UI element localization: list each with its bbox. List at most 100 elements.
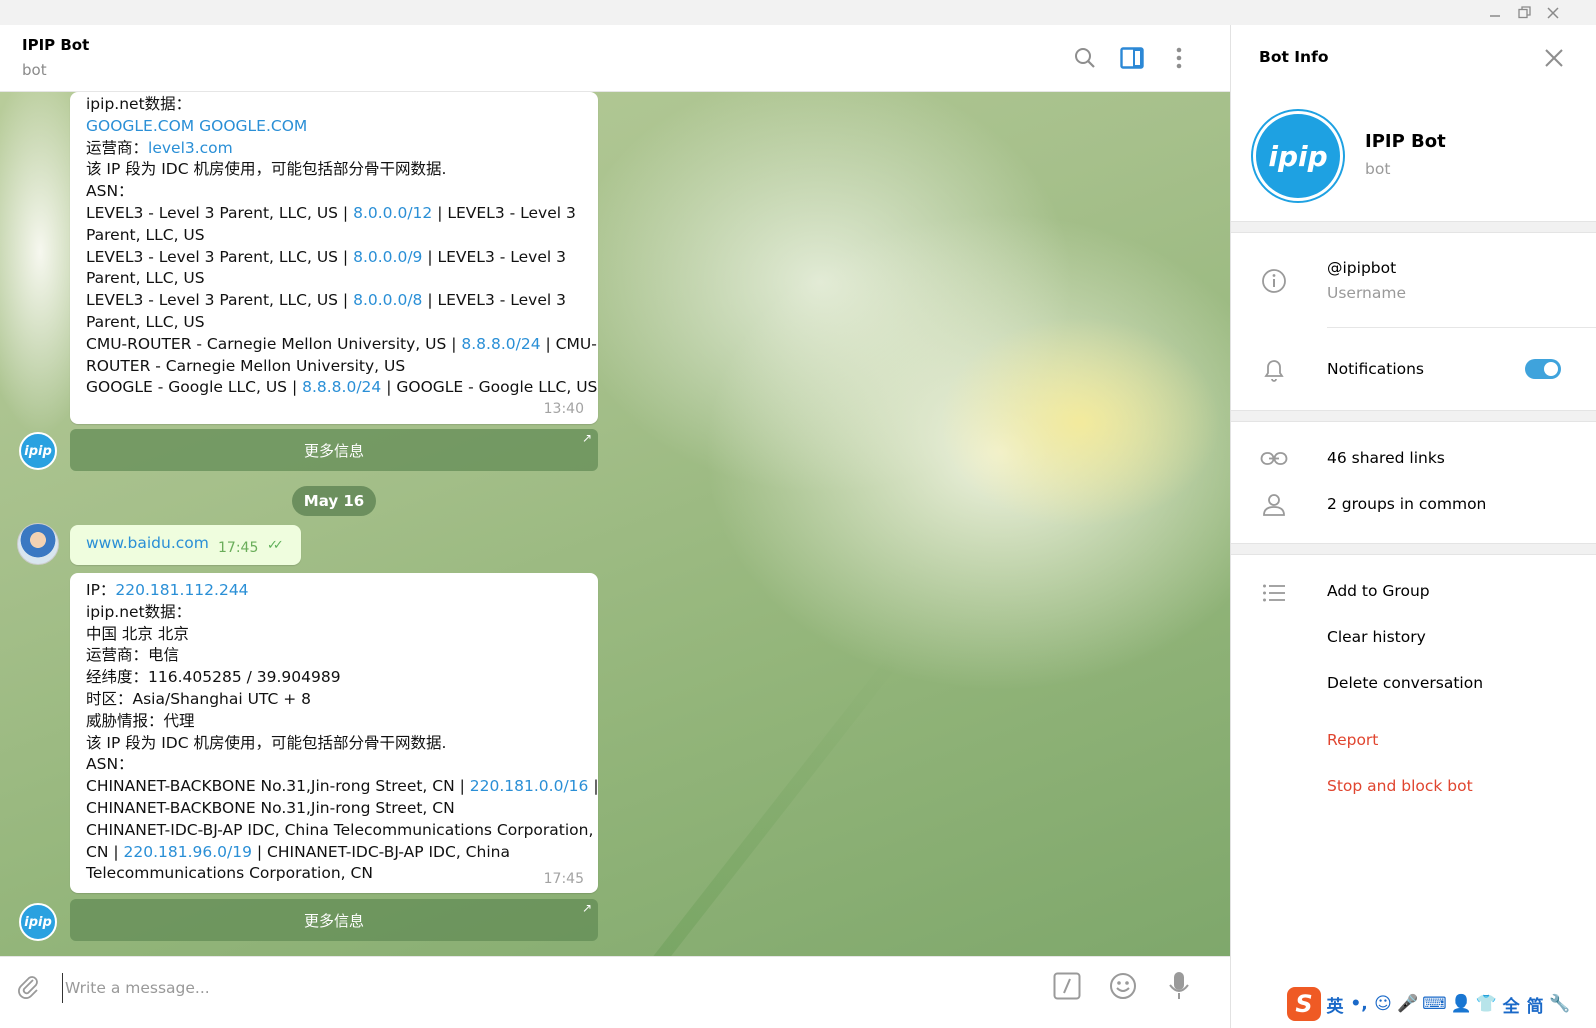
message-text-segment: | [588, 777, 599, 796]
message-line: ipip.net数据： [86, 94, 582, 116]
message-composer [0, 956, 1230, 1028]
row-divider [1327, 327, 1596, 328]
message-link[interactable]: 220.181.0.0/16 [470, 777, 589, 795]
minimize-icon [1490, 14, 1500, 17]
message-link[interactable]: 220.181.112.244 [115, 581, 248, 599]
section-divider [1231, 410, 1596, 422]
groups-in-common-item[interactable]: 2 groups in common [1327, 495, 1486, 513]
panel-title: Bot Info [1259, 48, 1329, 66]
chat-subtitle: bot [22, 61, 47, 79]
message-time: 13:40 [543, 401, 584, 417]
message-text-segment: 运营商： [86, 138, 149, 157]
message-text-segment: CHINANET-BACKBONE No.31,Jin-rong Street,… [86, 777, 470, 796]
profile-subtitle: bot [1365, 160, 1391, 178]
message-line: LEVEL3 - Level 3 Parent, LLC, US | 8.0.0… [86, 290, 582, 312]
ime-toolbar-item[interactable]: 英 [1325, 992, 1345, 1017]
user-avatar[interactable] [17, 523, 59, 565]
ime-toolbar-item[interactable]: 🔧 [1549, 994, 1570, 1014]
ime-toolbar-item[interactable]: 👕 [1476, 994, 1497, 1014]
message-link[interactable]: GOOGLE.COM GOOGLE.COM [86, 117, 307, 135]
ime-toolbar-item[interactable]: 全 [1501, 992, 1521, 1017]
message-bubble-incoming: IP：220.181.112.244 ipip.net数据： 中国 北京 北京 运营商… [70, 573, 599, 893]
shared-links-item[interactable]: 46 shared links [1327, 449, 1445, 467]
message-input[interactable] [62, 973, 1022, 1003]
bot-avatar-text: ipip [24, 443, 52, 459]
panel-close-button[interactable] [1539, 43, 1569, 73]
ime-logo-icon[interactable]: S [1287, 987, 1321, 1021]
stop-block-bot-item[interactable]: Stop and block bot [1327, 777, 1473, 795]
message-line: CHINANET-BACKBONE No.31,Jin-rong Street,… [86, 776, 599, 798]
message-line: GOOGLE - Google LLC, US | 8.8.8.0/24 | G… [86, 377, 597, 399]
minimize-button[interactable] [1483, 2, 1507, 23]
wallpaper-flower-stem [632, 652, 902, 972]
clear-history-item[interactable]: Clear history [1327, 628, 1426, 646]
message-link[interactable]: 8.0.0.0/12 [353, 204, 432, 222]
ime-toolbar-item[interactable]: 简 [1525, 992, 1545, 1017]
read-checkmark-icon: ✓✓ [267, 538, 284, 553]
message-line: LEVEL3 - Level 3 Parent, LLC, US | 8.0.0… [86, 203, 582, 225]
message-text-segment: ROUTER - Carnegie Mellon University, US [86, 356, 406, 375]
restore-button[interactable] [1512, 2, 1536, 23]
add-to-group-item[interactable]: Add to Group [1327, 582, 1430, 600]
paperclip-icon [18, 976, 38, 999]
message-text-segment: LEVEL3 - Level 3 Parent, LLC, US | [86, 247, 354, 266]
message-line: 运营商：level3.com [86, 138, 582, 160]
message-line: 中国 北京 北京 [86, 624, 582, 646]
username-value[interactable]: @ipipbot [1327, 259, 1396, 277]
message-line: Parent, LLC, US [86, 225, 582, 247]
search-button[interactable] [1070, 43, 1100, 73]
message-line: CN | 220.181.96.0/19 | CHINANET-IDC-BJ-A… [86, 842, 582, 864]
more-info-button[interactable]: 更多信息 ↗ [70, 429, 598, 471]
message-text-segment: ASN： [86, 182, 134, 201]
message-text-segment: ASN： [86, 755, 134, 774]
message-text-segment: 运营商：电信 [86, 646, 180, 665]
message-text-segment: | CHINANET-IDC-BJ-AP IDC, China [251, 842, 510, 861]
message-text-segment: | GOOGLE - Google LLC, US [381, 378, 598, 397]
date-separator: May 16 [292, 486, 376, 516]
outgoing-message-link[interactable]: www.baidu.com [86, 534, 209, 552]
ime-toolbar-item[interactable]: •, [1349, 994, 1369, 1014]
chat-title[interactable]: IPIP Bot [22, 36, 89, 54]
message-text-segment: 该 IP 段为 IDC 机房使用，可能包括部分骨干网数据. [86, 733, 447, 752]
message-line: GOOGLE.COM GOOGLE.COM [86, 116, 582, 138]
message-text-segment: ipip.net数据： [86, 95, 192, 113]
more-info-label: 更多信息 [303, 911, 364, 930]
window-close-button[interactable] [1541, 2, 1565, 23]
message-line: CMU-ROUTER - Carnegie Mellon University,… [86, 334, 597, 356]
message-line: LEVEL3 - Level 3 Parent, LLC, US | 8.0.0… [86, 247, 582, 269]
list-icon [1259, 578, 1289, 608]
message-link[interactable]: level3.com [148, 139, 233, 157]
more-menu-button[interactable] [1164, 43, 1194, 73]
message-line: 威胁情报：代理 [86, 711, 582, 733]
bot-avatar[interactable]: ipip [19, 432, 57, 470]
ime-toolbar-item[interactable]: ⌨ [1422, 994, 1447, 1014]
message-link[interactable]: 8.8.8.0/24 [302, 378, 381, 396]
delete-conversation-item[interactable]: Delete conversation [1327, 674, 1483, 692]
message-link[interactable]: 8.8.8.0/24 [461, 335, 540, 353]
voice-record-button[interactable] [1162, 969, 1196, 1003]
bot-commands-button[interactable] [1050, 969, 1084, 1003]
person-icon [1259, 490, 1289, 520]
more-info-button[interactable]: 更多信息 ↗ [70, 899, 598, 941]
message-link[interactable]: 220.181.96.0/19 [124, 843, 252, 861]
message-link[interactable]: 8.0.0.0/9 [353, 248, 422, 266]
message-text-segment: IP： [86, 581, 116, 599]
chat-header: IPIP Bot bot [0, 25, 1230, 92]
message-bubble-incoming: ipip.net数据： GOOGLE.COM GOOGLE.COM 运营商：leve… [70, 92, 598, 424]
sidebar-toggle-button[interactable] [1117, 43, 1147, 73]
external-link-icon: ↗ [581, 431, 592, 445]
report-item[interactable]: Report [1327, 731, 1378, 749]
notifications-toggle[interactable] [1525, 359, 1561, 379]
attach-button[interactable] [11, 969, 45, 1003]
profile-avatar[interactable]: ipip [1253, 111, 1343, 201]
message-link[interactable]: 8.0.0.0/8 [353, 291, 422, 309]
emoji-button[interactable] [1106, 969, 1140, 1003]
section-divider [1231, 221, 1596, 233]
bot-avatar[interactable]: ipip [19, 903, 57, 941]
ime-toolbar-item[interactable]: 🎤 [1397, 994, 1418, 1014]
ime-toolbar-item[interactable]: 👤 [1451, 994, 1472, 1014]
message-line: IP：220.181.112.244 [86, 580, 582, 602]
ime-toolbar-item[interactable]: ☺ [1373, 994, 1393, 1014]
toggle-knob [1542, 360, 1560, 378]
bot-info-panel: Bot Info ipip IPIP Bot bot @ipipbot User… [1230, 25, 1596, 1028]
